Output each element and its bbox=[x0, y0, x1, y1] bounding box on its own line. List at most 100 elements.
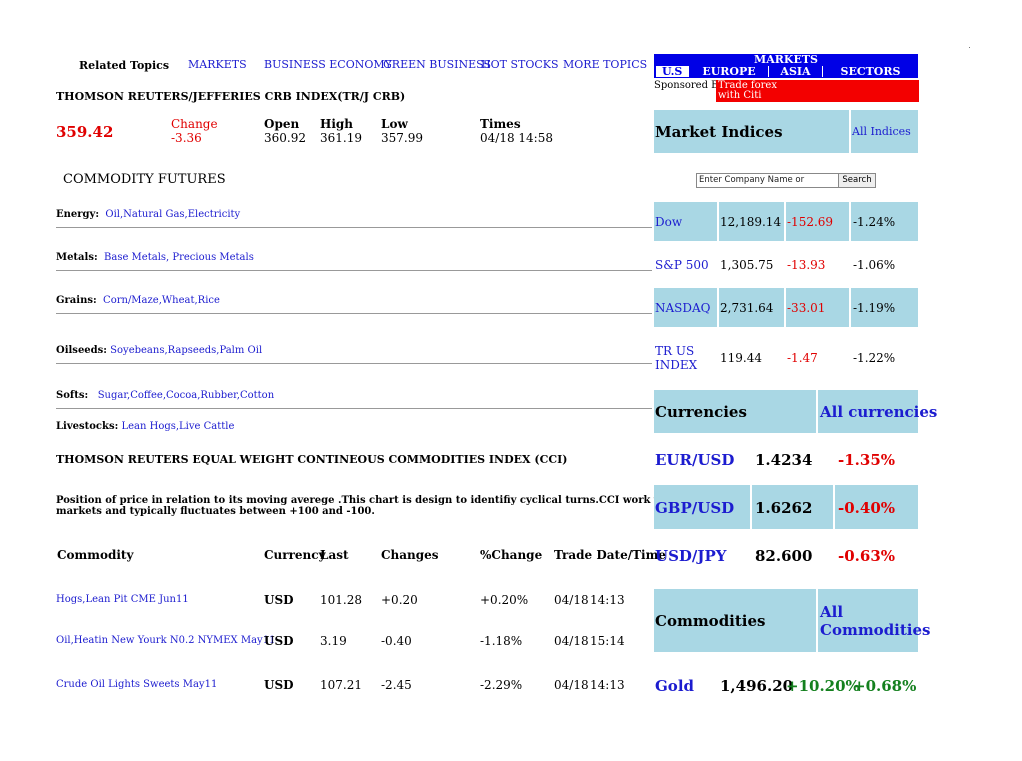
divider bbox=[56, 313, 652, 314]
col-header-changes: Changes bbox=[381, 548, 439, 562]
futures-row-energy: Energy: Oil,Natural Gas,Electricity bbox=[56, 209, 240, 220]
markets-nav-title: MARKETS bbox=[754, 53, 818, 66]
currency-pair-link[interactable]: GBP/USD bbox=[655, 499, 734, 517]
company-search-input[interactable]: Enter Company Name or Symbol bbox=[696, 173, 840, 188]
crb-open-value: 360.92 bbox=[264, 131, 306, 145]
crb-high-label: High bbox=[320, 117, 354, 131]
col-header-last: Last bbox=[320, 548, 349, 562]
currency-value: 82.600 bbox=[755, 547, 813, 565]
crb-low-value: 357.99 bbox=[381, 131, 423, 145]
tab-asia[interactable]: ASIA bbox=[769, 66, 822, 77]
commodity-name-link[interactable]: Gold bbox=[655, 677, 694, 695]
sponsor-line2: with Citi bbox=[718, 90, 762, 101]
index-change: -152.69 bbox=[787, 215, 834, 229]
crb-title: THOMSON REUTERS/JEFFERIES CRB INDEX(TR/J… bbox=[56, 90, 406, 103]
futures-label: Oilseeds: bbox=[56, 345, 107, 356]
commodity-link[interactable]: Hogs,Lean Pit CME Jun11 bbox=[56, 594, 189, 605]
cell-date: 04/18 bbox=[554, 593, 589, 607]
futures-link-energy[interactable]: Oil,Natural Gas,Electricity bbox=[105, 209, 240, 220]
cci-description-line1: Position of price in relation to its mov… bbox=[56, 495, 739, 506]
nav-link-business-economy[interactable]: BUSINESS ECONOMY bbox=[264, 58, 392, 71]
commodity-value: 1,496.20 bbox=[720, 677, 794, 695]
nav-link-more-topics[interactable]: MORE TOPICS bbox=[563, 58, 647, 71]
tab-us[interactable]: U.S bbox=[656, 66, 689, 77]
index-name-link-line1[interactable]: TR US bbox=[655, 344, 694, 358]
futures-link-metals[interactable]: Base Metals, Precious Metals bbox=[104, 252, 254, 263]
futures-label: Livestocks: bbox=[56, 421, 119, 432]
cell-change: -0.40 bbox=[381, 634, 412, 648]
cell-last: 3.19 bbox=[320, 634, 347, 648]
cell-pct-change: -2.29% bbox=[480, 678, 523, 692]
col-header-commodity: Commodity bbox=[57, 548, 134, 562]
nav-link-green-business[interactable]: GREEN BUSINESS bbox=[383, 58, 491, 71]
cell-last: 107.21 bbox=[320, 678, 362, 692]
index-name-link[interactable]: S&P 500 bbox=[655, 258, 709, 272]
currency-pct: -1.35% bbox=[838, 451, 896, 469]
commodity-link[interactable]: Oil,Heatin New Yourk N0.2 NYMEX May11 bbox=[56, 635, 275, 646]
futures-row-livestocks: Livestocks: Lean Hogs,Live Cattle bbox=[56, 421, 234, 432]
markets-nav: MARKETS U.S EUROPE ASIA SECTORS bbox=[654, 54, 918, 78]
divider bbox=[56, 408, 652, 409]
stray-dot bbox=[969, 47, 970, 48]
crb-high-value: 361.19 bbox=[320, 131, 362, 145]
currency-pair-link[interactable]: EUR/USD bbox=[655, 451, 734, 469]
tab-europe[interactable]: EUROPE bbox=[690, 66, 768, 77]
futures-link-livestocks[interactable]: Lean Hogs,Live Cattle bbox=[121, 421, 234, 432]
col-header-currency: Currency bbox=[264, 548, 326, 562]
index-change: -13.93 bbox=[787, 258, 826, 272]
cell-currency: USD bbox=[264, 678, 294, 692]
market-indices-title: Market Indices bbox=[655, 123, 783, 141]
index-value: 1,305.75 bbox=[720, 258, 774, 272]
commodity-link[interactable]: Crude Oil Lights Sweets May11 bbox=[56, 679, 217, 690]
currency-pair-link[interactable]: USD/JPY bbox=[655, 547, 726, 565]
all-commodities-link-line1[interactable]: All bbox=[820, 603, 843, 621]
cell-pct-change: +0.20% bbox=[480, 593, 529, 607]
commodity-futures-heading: COMMODITY FUTURES bbox=[63, 172, 226, 187]
currency-pct: -0.63% bbox=[838, 547, 896, 565]
index-name-link[interactable]: NASDAQ bbox=[655, 301, 711, 315]
futures-row-softs: Softs: Sugar,Coffee,Cocoa,Rubber,Cotton bbox=[56, 390, 274, 401]
index-change: -33.01 bbox=[787, 301, 826, 315]
futures-label: Energy: bbox=[56, 209, 100, 220]
cell-time: 14:13 bbox=[590, 593, 625, 607]
related-topics-label: Related Topics bbox=[79, 59, 170, 72]
all-commodities-link-line2[interactable]: Commodities bbox=[820, 621, 931, 639]
commodities-title: Commodities bbox=[655, 612, 766, 630]
nav-link-markets[interactable]: MARKETS bbox=[188, 58, 247, 71]
futures-link-softs[interactable]: Sugar,Coffee,Cocoa,Rubber,Cotton bbox=[98, 390, 274, 401]
currency-pct: -0.40% bbox=[838, 499, 896, 517]
cell-date: 04/18 bbox=[554, 678, 589, 692]
cell-change: -2.45 bbox=[381, 678, 412, 692]
crb-low-label: Low bbox=[381, 117, 408, 131]
commodity-change: +10.20% bbox=[786, 677, 860, 695]
search-button[interactable]: Search bbox=[838, 173, 876, 188]
cell-time: 14:13 bbox=[590, 678, 625, 692]
cell-pct-change: -1.18% bbox=[480, 634, 523, 648]
divider bbox=[56, 270, 652, 271]
all-currencies-link[interactable]: All currencies bbox=[820, 403, 937, 421]
nav-link-hot-stocks[interactable]: HOT STOCKS bbox=[481, 58, 559, 71]
col-header-pct-change: %Change bbox=[480, 548, 543, 562]
index-name-link[interactable]: Dow bbox=[655, 215, 682, 229]
futures-label: Metals: bbox=[56, 252, 98, 263]
index-pct: -1.24% bbox=[853, 215, 896, 229]
cell-time: 15:14 bbox=[590, 634, 625, 648]
crb-change-value: -3.36 bbox=[171, 131, 202, 145]
futures-link-oilseeds[interactable]: Soyebeans,Rapseeds,Palm Oil bbox=[110, 345, 262, 356]
crb-change-label: Change bbox=[171, 117, 218, 131]
tab-sectors[interactable]: SECTORS bbox=[823, 66, 918, 77]
futures-row-oilseeds: Oilseeds: Soyebeans,Rapseeds,Palm Oil bbox=[56, 345, 262, 356]
crb-price: 359.42 bbox=[56, 123, 114, 141]
all-indices-link[interactable]: All Indices bbox=[852, 125, 911, 138]
index-change: -1.47 bbox=[787, 351, 818, 365]
sponsored-by-label: Sponsored By bbox=[654, 80, 725, 91]
currency-value: 1.6262 bbox=[755, 499, 813, 517]
cci-description-line2: markets and typically fluctuates between… bbox=[56, 506, 375, 517]
futures-link-grains[interactable]: Corn/Maze,Wheat,Rice bbox=[103, 295, 220, 306]
cell-change: +0.20 bbox=[381, 593, 418, 607]
futures-label: Grains: bbox=[56, 295, 97, 306]
divider bbox=[56, 363, 652, 364]
sponsor-ad[interactable]: Trade forex with Citi bbox=[716, 80, 919, 102]
crb-times-label: Times bbox=[480, 117, 521, 131]
index-name-link-line2[interactable]: INDEX bbox=[655, 358, 697, 372]
